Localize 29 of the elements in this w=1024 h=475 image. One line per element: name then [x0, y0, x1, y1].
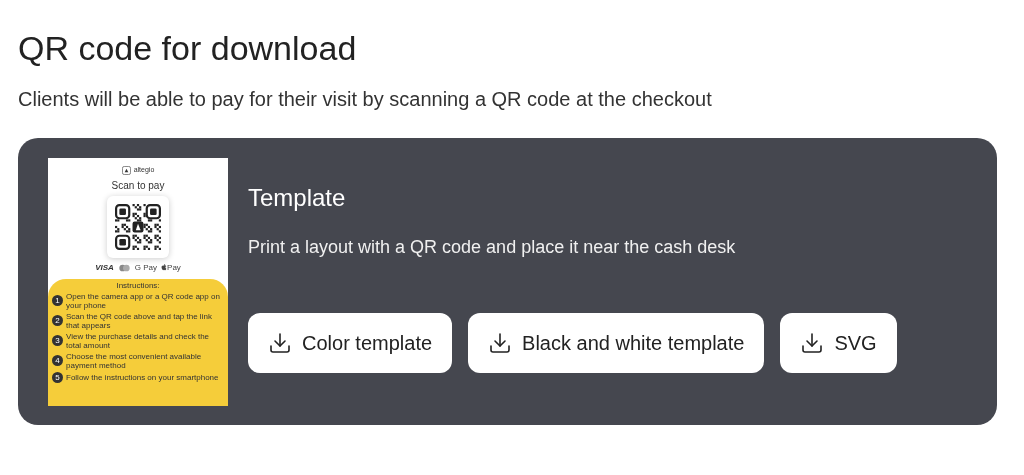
card-title: Template — [248, 183, 347, 213]
step-number: 5 — [52, 371, 63, 383]
step-number: 4 — [52, 355, 63, 366]
page-subtitle: Clients will be able to pay for their visit by scanning a QR code at the checkout — [18, 87, 713, 112]
card-description: Print a layout with a QR code and place it near the cash desk — [248, 236, 737, 259]
download-icon — [268, 331, 292, 355]
apple-icon — [161, 264, 168, 271]
download-icon — [800, 331, 825, 355]
step-text: Choose the most convenient available payment method — [66, 351, 203, 370]
logo-icon — [121, 165, 131, 175]
download-button[interactable]: SVG — [780, 313, 897, 373]
download-icon — [488, 331, 513, 355]
card-logo-icon — [117, 263, 131, 272]
download-button[interactable]: Black and white template — [468, 313, 765, 373]
qr-code-icon — [115, 203, 161, 250]
step-text: Follow the instructions on your smartphone — [66, 372, 219, 382]
payment-label: VISA — [95, 261, 114, 274]
payment-label: G Pay — [134, 261, 158, 274]
step-number: 2 — [52, 315, 63, 326]
step-text: Scan the QR code above and tap the link that appears — [66, 311, 213, 330]
preview-title: Scan to pay — [111, 179, 165, 192]
step-text: View the purchase details and check the total amount — [66, 331, 211, 350]
download-button[interactable]: Color template — [248, 313, 453, 373]
instructions-title: Instructions: — [116, 280, 160, 291]
step-number: 3 — [52, 335, 63, 346]
payment-label: Pay — [167, 261, 181, 274]
step-text: Open the camera app or a QR code app on your phone — [66, 291, 221, 310]
page-heading: QR code for download — [18, 28, 358, 68]
step-number: 1 — [52, 295, 63, 306]
